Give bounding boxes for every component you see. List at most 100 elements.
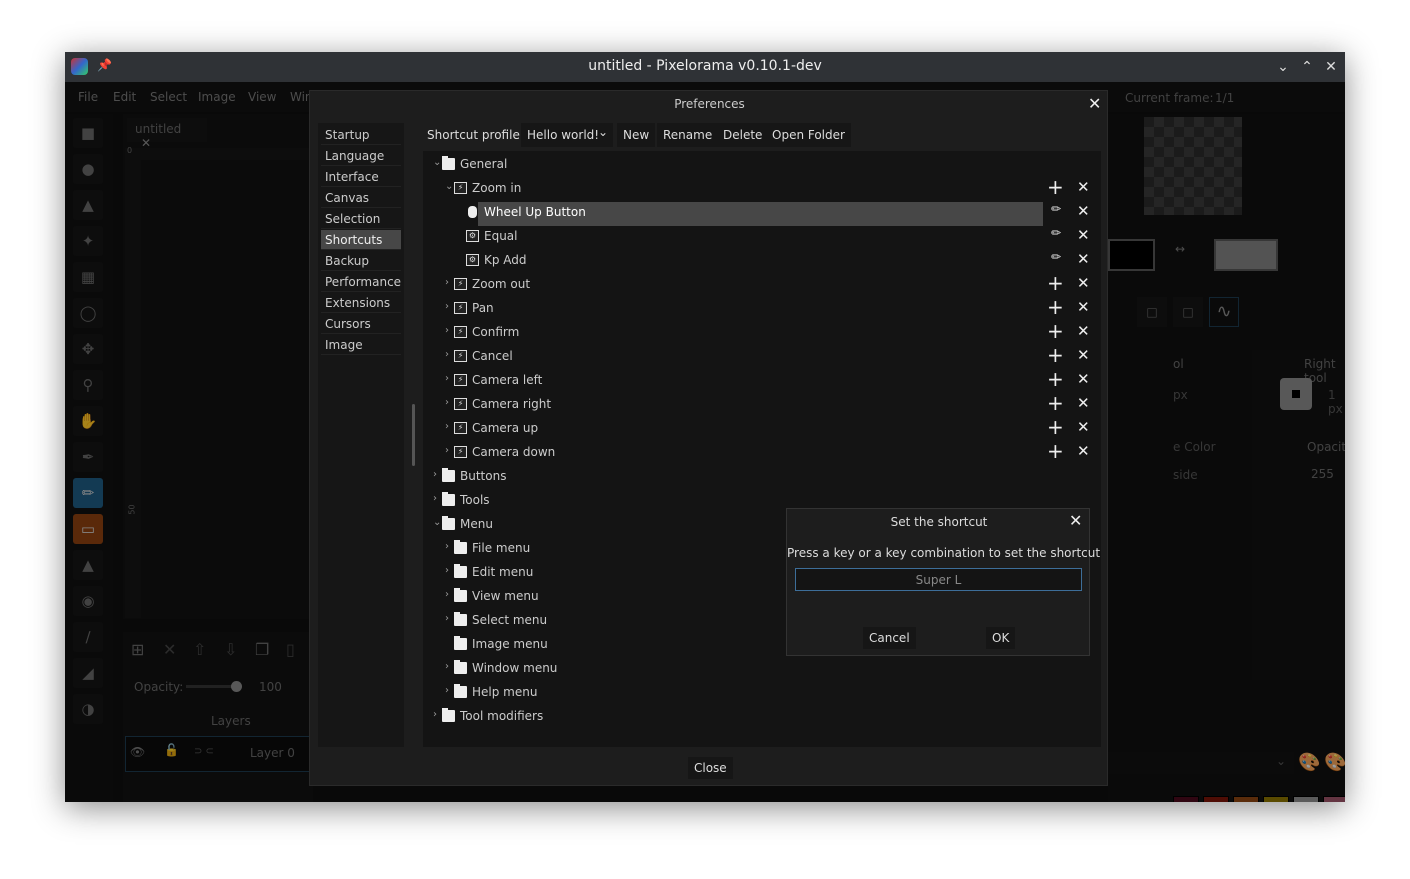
tree-item[interactable]: › ⚡ Cancel + ✕ bbox=[423, 345, 1090, 368]
chevron-right-icon[interactable]: › bbox=[445, 541, 449, 552]
category-canvas[interactable]: Canvas bbox=[321, 188, 401, 208]
folder-icon bbox=[454, 612, 467, 626]
chevron-right-icon[interactable]: › bbox=[445, 373, 449, 384]
tree-item-label: Buttons bbox=[460, 469, 507, 483]
close-shortcut-dialog-icon[interactable]: ✕ bbox=[1069, 511, 1082, 530]
category-startup[interactable]: Startup bbox=[321, 125, 401, 145]
remove-shortcut-icon[interactable]: ✕ bbox=[1077, 346, 1090, 364]
remove-shortcut-icon[interactable]: ✕ bbox=[1077, 394, 1090, 412]
edit-pencil-icon[interactable]: ✏ bbox=[1051, 226, 1061, 240]
remove-shortcut-icon[interactable]: ✕ bbox=[1077, 274, 1090, 292]
remove-shortcut-icon[interactable]: ✕ bbox=[1077, 226, 1090, 244]
add-shortcut-icon[interactable]: + bbox=[1047, 441, 1064, 461]
add-shortcut-icon[interactable]: + bbox=[1047, 393, 1064, 413]
tree-item[interactable]: › ⚡ Camera left + ✕ bbox=[423, 369, 1090, 392]
tree-item-label: Tool modifiers bbox=[460, 709, 544, 723]
tree-item[interactable]: ⚙ Kp Add ✏ ✕ bbox=[423, 250, 1090, 272]
tree-item[interactable]: › ⚡ Camera right + ✕ bbox=[423, 393, 1090, 416]
remove-shortcut-icon[interactable]: ✕ bbox=[1077, 178, 1090, 196]
chevron-down-icon[interactable]: ⌄ bbox=[433, 517, 441, 528]
tree-item[interactable]: › Tool modifiers bbox=[423, 706, 1043, 728]
edit-pencil-icon[interactable]: ✏ bbox=[1051, 202, 1061, 216]
minimize-button[interactable]: ⌄ bbox=[1273, 57, 1293, 77]
remove-shortcut-icon[interactable]: ✕ bbox=[1077, 370, 1090, 388]
remove-shortcut-icon[interactable]: ✕ bbox=[1077, 298, 1090, 316]
tree-item[interactable]: › ⚡ Zoom out + ✕ bbox=[423, 273, 1090, 296]
chevron-right-icon[interactable]: › bbox=[445, 685, 449, 696]
category-extensions[interactable]: Extensions bbox=[321, 293, 401, 313]
chevron-down-icon[interactable]: ⌄ bbox=[445, 181, 453, 192]
tree-item[interactable]: ⌄ General bbox=[423, 154, 1043, 176]
remove-shortcut-icon[interactable]: ✕ bbox=[1077, 202, 1090, 220]
category-image[interactable]: Image bbox=[321, 335, 401, 355]
action-icon: ⚡ bbox=[454, 446, 467, 458]
category-performance[interactable]: Performance bbox=[321, 272, 401, 292]
action-icon: ⚡ bbox=[454, 422, 467, 434]
shortcut-key-input[interactable]: Super L bbox=[795, 568, 1082, 591]
chevron-right-icon[interactable]: › bbox=[433, 493, 437, 504]
chevron-right-icon[interactable]: › bbox=[433, 709, 437, 720]
chevron-right-icon[interactable]: › bbox=[445, 613, 449, 624]
rename-profile-button[interactable]: Rename bbox=[657, 123, 719, 147]
chevron-right-icon[interactable]: › bbox=[433, 469, 437, 480]
close-button[interactable]: Close bbox=[688, 757, 733, 779]
category-language[interactable]: Language bbox=[321, 146, 401, 166]
action-icon: ⚡ bbox=[454, 326, 467, 338]
chevron-right-icon[interactable]: › bbox=[445, 565, 449, 576]
folder-icon bbox=[454, 636, 467, 650]
keyboard-key-icon: ⚙ bbox=[466, 230, 479, 242]
close-window-button[interactable]: ✕ bbox=[1321, 57, 1341, 77]
chevron-right-icon[interactable]: › bbox=[445, 349, 449, 360]
tree-item[interactable]: ⌄ ⚡ Zoom in + ✕ bbox=[423, 177, 1090, 200]
tree-item[interactable]: › ⚡ Confirm + ✕ bbox=[423, 321, 1090, 344]
window-title: untitled - Pixelorama v0.10.1-dev bbox=[588, 58, 822, 74]
category-cursors[interactable]: Cursors bbox=[321, 314, 401, 334]
tree-item[interactable]: ⚙ Equal ✏ ✕ bbox=[423, 226, 1090, 248]
remove-shortcut-icon[interactable]: ✕ bbox=[1077, 322, 1090, 340]
add-shortcut-icon[interactable]: + bbox=[1047, 369, 1064, 389]
open-folder-button[interactable]: Open Folder bbox=[766, 123, 851, 147]
chevron-right-icon[interactable]: › bbox=[445, 325, 449, 336]
tree-item-label: Pan bbox=[472, 301, 494, 315]
chevron-right-icon[interactable]: › bbox=[445, 421, 449, 432]
tree-item[interactable]: Wheel Up Button ✏ ✕ bbox=[423, 202, 1090, 226]
ok-button[interactable]: OK bbox=[986, 627, 1016, 649]
add-shortcut-icon[interactable]: + bbox=[1047, 273, 1064, 293]
add-shortcut-icon[interactable]: + bbox=[1047, 177, 1064, 197]
tree-item[interactable]: › ⚡ Camera down + ✕ bbox=[423, 441, 1090, 464]
tree-item[interactable]: › ⚡ Pan + ✕ bbox=[423, 297, 1090, 320]
remove-shortcut-icon[interactable]: ✕ bbox=[1077, 442, 1090, 460]
tree-item-label: Select menu bbox=[472, 613, 548, 627]
tree-item-label: Zoom out bbox=[472, 277, 531, 291]
tree-item[interactable]: › ⚡ Camera up + ✕ bbox=[423, 417, 1090, 440]
tree-item[interactable]: › Buttons bbox=[423, 466, 1043, 488]
chevron-right-icon[interactable]: › bbox=[445, 589, 449, 600]
category-shortcuts[interactable]: Shortcuts bbox=[321, 230, 401, 250]
cancel-button[interactable]: Cancel bbox=[863, 627, 916, 649]
chevron-right-icon[interactable]: › bbox=[445, 445, 449, 456]
chevron-right-icon[interactable]: › bbox=[445, 397, 449, 408]
new-profile-button[interactable]: New bbox=[617, 123, 656, 147]
tree-item[interactable]: › Help menu bbox=[423, 682, 1043, 704]
close-preferences-icon[interactable]: ✕ bbox=[1088, 94, 1101, 113]
profile-dropdown[interactable]: Hello world! ⌄ bbox=[521, 123, 613, 147]
remove-shortcut-icon[interactable]: ✕ bbox=[1077, 250, 1090, 268]
edit-pencil-icon[interactable]: ✏ bbox=[1051, 250, 1061, 264]
tree-item[interactable]: › Window menu bbox=[423, 658, 1043, 680]
remove-shortcut-icon[interactable]: ✕ bbox=[1077, 418, 1090, 436]
chevron-right-icon[interactable]: › bbox=[445, 277, 449, 288]
add-shortcut-icon[interactable]: + bbox=[1047, 321, 1064, 341]
category-selection[interactable]: Selection bbox=[321, 209, 401, 229]
chevron-down-icon[interactable]: ⌄ bbox=[433, 157, 441, 168]
chevron-right-icon[interactable]: › bbox=[445, 301, 449, 312]
folder-icon bbox=[454, 684, 467, 698]
add-shortcut-icon[interactable]: + bbox=[1047, 345, 1064, 365]
category-interface[interactable]: Interface bbox=[321, 167, 401, 187]
delete-profile-button[interactable]: Delete bbox=[717, 123, 769, 147]
add-shortcut-icon[interactable]: + bbox=[1047, 417, 1064, 437]
add-shortcut-icon[interactable]: + bbox=[1047, 297, 1064, 317]
chevron-right-icon[interactable]: › bbox=[445, 661, 449, 672]
category-backup[interactable]: Backup bbox=[321, 251, 401, 271]
maximize-button[interactable]: ⌃ bbox=[1297, 57, 1317, 77]
category-scrollbar[interactable] bbox=[412, 404, 415, 466]
